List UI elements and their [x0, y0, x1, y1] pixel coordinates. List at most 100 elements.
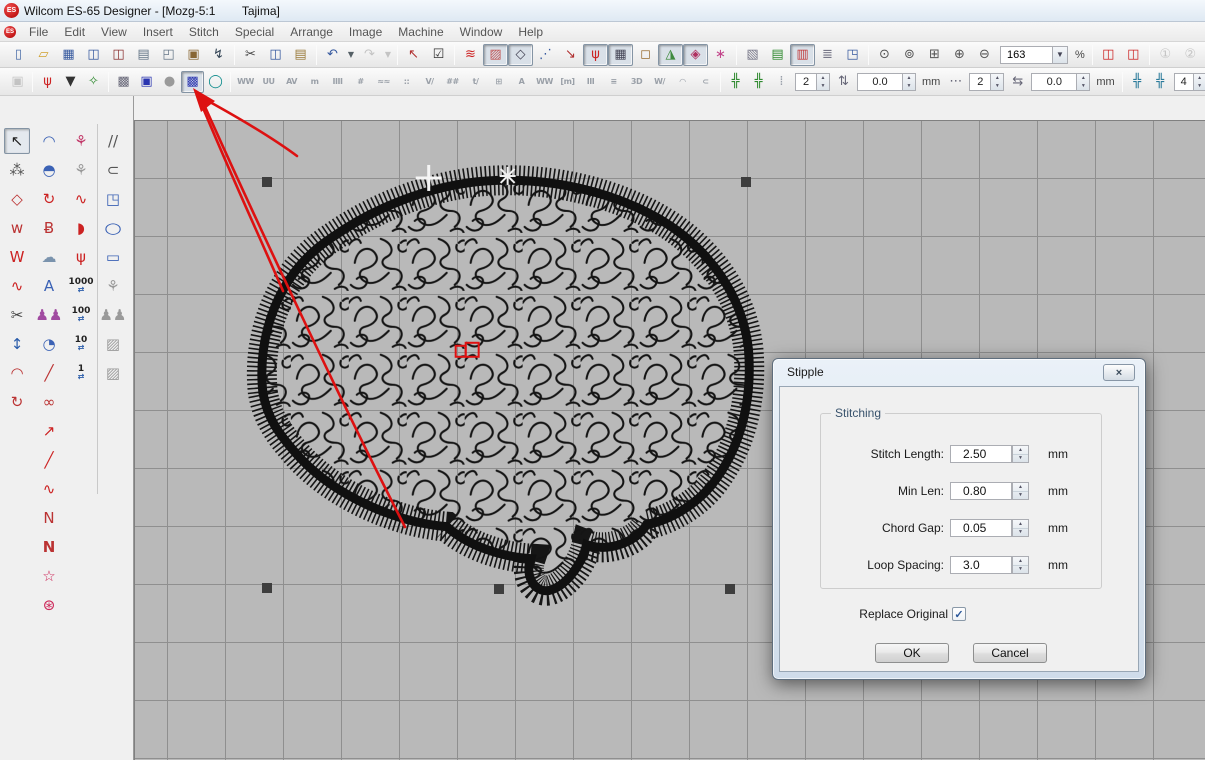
show-points-icon[interactable]: ⋰ [533, 44, 558, 66]
export-machine-icon[interactable]: ◫ [1096, 44, 1121, 66]
print-preview-icon[interactable]: ◰ [156, 44, 181, 66]
selection-handle[interactable] [741, 177, 751, 187]
show-stitches-icon[interactable]: ≋ [458, 44, 483, 66]
chain-tool[interactable]: ∞ [36, 389, 62, 415]
show-background-icon[interactable]: ◮ [658, 44, 683, 66]
spinner-arrows[interactable]: ▲▼ [903, 73, 916, 91]
stitch-type-arc-icon[interactable]: ◠ [671, 71, 694, 93]
spinner-value[interactable]: 4 [1174, 73, 1194, 91]
zoom-level-input[interactable] [1000, 46, 1052, 64]
zoom-in-icon[interactable]: ⊕ [947, 44, 972, 66]
menu-view[interactable]: View [93, 23, 135, 41]
zoom-1to1-icon[interactable]: ⊙ [872, 44, 897, 66]
outline-offset-icon[interactable]: ▣ [135, 71, 158, 93]
open-design-icon[interactable]: ▱ [31, 44, 56, 66]
mw-cut-tool[interactable]: ∿ [4, 273, 30, 299]
zoom-box-icon[interactable]: ⊞ [922, 44, 947, 66]
ring-tool[interactable]: ⊛ [36, 592, 62, 618]
texture-a-tool[interactable]: ▨ [100, 331, 126, 357]
overlap-tool[interactable]: W [4, 244, 30, 270]
stitch-type-av-icon[interactable]: AV [280, 71, 303, 93]
field-spinner[interactable]: ▲▼ [1012, 519, 1029, 537]
stitch-type-bars-icon[interactable]: ≡ [602, 71, 625, 93]
stitch-type-box-icon[interactable]: ⊞ [487, 71, 510, 93]
stitch-type-v-icon[interactable]: V/ [418, 71, 441, 93]
stitch-type-loop2-icon[interactable]: ⊂ [694, 71, 717, 93]
close-icon[interactable]: × [1103, 364, 1135, 381]
stitch-type-bracket-icon[interactable]: [m] [556, 71, 579, 93]
pen-select-icon[interactable]: ↖ [401, 44, 426, 66]
loop-spacing-input[interactable]: 3.0 [950, 556, 1012, 574]
remove-overlaps-tool[interactable]: Ƀ [36, 215, 62, 241]
rotate-ellipse-tool[interactable]: ↻ [4, 389, 30, 415]
lettering-tool[interactable]: A [36, 273, 62, 299]
rotate-tool[interactable]: ↻ [36, 186, 62, 212]
hoop-layout-icon[interactable]: ▣ [6, 71, 29, 93]
cancel-button[interactable]: Cancel [973, 643, 1047, 663]
center-design-icon[interactable]: ╬ [1126, 71, 1149, 93]
print-icon[interactable]: ▤ [131, 44, 156, 66]
stitch-type-loop-icon[interactable]: UU [257, 71, 280, 93]
stitch-list-icon[interactable]: ▤ [765, 44, 790, 66]
spinner-value[interactable]: 0.0 [857, 73, 903, 91]
stitch-type-fur-icon[interactable]: W/ [648, 71, 671, 93]
field-spinner[interactable]: ▲▼ [1012, 556, 1029, 574]
penetrations-icon[interactable]: ψ [36, 71, 59, 93]
knife-tool[interactable]: ✂ [4, 302, 30, 328]
save-machine-file-icon[interactable]: ◫ [106, 44, 131, 66]
fan-tool[interactable]: ◠ [4, 360, 30, 386]
stitch-edit-tool[interactable]: w [4, 215, 30, 241]
menu-machine[interactable]: Machine [390, 23, 451, 41]
machine-connect-icon[interactable]: ↯ [206, 44, 231, 66]
sewing-machine-icon[interactable]: ▣ [181, 44, 206, 66]
show-machine-functions-icon[interactable]: ▨ [483, 44, 508, 66]
satin-scale-tool[interactable]: ∿ [68, 186, 94, 212]
texture-flower-tool[interactable]: ⚘ [100, 273, 126, 299]
selection-handle[interactable] [262, 177, 272, 187]
shape-tool[interactable]: ◳ [100, 186, 126, 212]
color-film-icon[interactable]: ▥ [790, 44, 815, 66]
chord-gap-input[interactable]: 0.05 [950, 519, 1012, 537]
scale-10-tool[interactable]: 10⇄ [68, 331, 94, 357]
closest-join-icon[interactable]: ▼ [59, 71, 82, 93]
field-spinner[interactable]: ▲▼ [1012, 482, 1029, 500]
arc-tool[interactable]: ⊂ [100, 157, 126, 183]
fork-scale-tool[interactable]: ψ [68, 244, 94, 270]
florist-tool[interactable]: ⚘ [68, 128, 94, 154]
hand-position-1-icon[interactable]: ① [1153, 44, 1178, 66]
select-tool[interactable]: ↖ [4, 128, 30, 154]
selection-handle[interactable] [494, 584, 504, 594]
stitch-type-wm-icon[interactable]: WW [533, 71, 556, 93]
texture-figures-tool[interactable]: ♟♟ [100, 302, 126, 328]
branching-tool[interactable]: ☁ [36, 244, 62, 270]
cut-icon[interactable]: ✂ [238, 44, 263, 66]
properties-icon[interactable]: ◳ [840, 44, 865, 66]
star-tool[interactable]: ☆ [36, 563, 62, 589]
paste-icon[interactable]: ▤ [288, 44, 313, 66]
ellipse-tool[interactable]: ○ [95, 215, 130, 241]
copy-icon[interactable]: ◫ [263, 44, 288, 66]
center-hoop-icon[interactable]: ╬ [1149, 71, 1172, 93]
stitch-type-m-icon[interactable]: m [303, 71, 326, 93]
spinner-arrows[interactable]: ▲▼ [991, 73, 1004, 91]
undo-icon[interactable]: ↶ [320, 44, 345, 66]
stitch-type-grid-icon[interactable]: # [349, 71, 372, 93]
spinner-value[interactable]: 2 [795, 73, 817, 91]
stretch-tool[interactable]: ↕ [4, 331, 30, 357]
row-spacing-icon[interactable]: ⇅ [832, 71, 855, 93]
scale-100-tool[interactable]: 100⇄ [68, 302, 94, 328]
menu-window[interactable]: Window [452, 23, 511, 41]
spinner-arrows[interactable]: ▲▼ [1194, 73, 1205, 91]
field-spinner[interactable]: ▲▼ [1012, 445, 1029, 463]
stitch-type-grid2-icon[interactable]: ## [441, 71, 464, 93]
offset-dots-icon[interactable]: ⋯ [944, 71, 967, 93]
closed-shape-icon[interactable]: ◯ [204, 71, 227, 93]
spinner-value[interactable]: 2 [969, 73, 991, 91]
stitch-type-3d-icon[interactable]: 3D [625, 71, 648, 93]
bitmap-icon[interactable]: ▧ [740, 44, 765, 66]
zoom-all-icon[interactable]: ⊚ [897, 44, 922, 66]
reshape-tool[interactable]: ◇ [4, 186, 30, 212]
slow-redraw-icon[interactable]: ✧ [82, 71, 105, 93]
open-shape-tool[interactable]: N [36, 505, 62, 531]
polygon-select-tool[interactable]: ⁂ [4, 157, 30, 183]
